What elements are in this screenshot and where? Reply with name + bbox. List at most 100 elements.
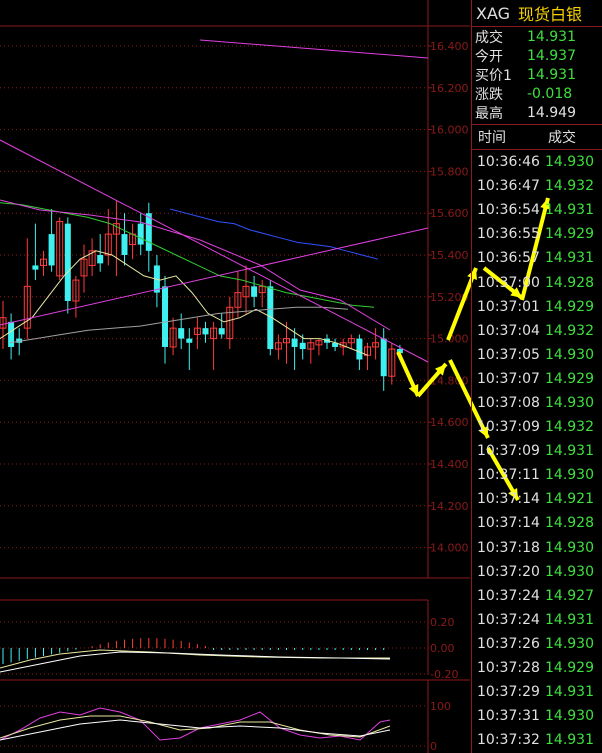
candle-body — [356, 338, 363, 360]
trades-header-time: 时间 — [478, 130, 506, 146]
trendline — [199, 39, 429, 59]
list-item: 10:36:54 14.931 — [472, 198, 602, 222]
trade-time: 10:36:47 — [477, 178, 540, 195]
list-item: 10:36:55 14.929 — [472, 222, 602, 246]
macd-axis-label: -0.20 — [430, 668, 458, 681]
trade-time: 10:37:07 — [477, 370, 540, 387]
axis-label: 15.000 — [430, 333, 469, 346]
list-item: 10:37:05 14.930 — [472, 343, 602, 367]
candle-body — [299, 342, 306, 350]
trade-time: 10:37:11 — [477, 467, 540, 484]
list-item: 10:37:11 14.930 — [472, 463, 602, 487]
kdj-axis-label: 100 — [430, 700, 451, 713]
kdj-axis-label: 0 — [430, 740, 437, 753]
trade-price: 14.927 — [545, 587, 594, 604]
trade-time: 10:37:00 — [477, 274, 540, 291]
trade-price: 14.929 — [545, 370, 594, 387]
axis-label: 15.600 — [430, 207, 469, 220]
trade-price: 14.932 — [545, 419, 594, 436]
trade-time: 10:37:28 — [477, 660, 540, 677]
trade-price: 14.930 — [545, 467, 594, 484]
list-item: 10:37:14 14.921 — [472, 487, 602, 511]
trade-time: 10:37:24 — [477, 611, 540, 628]
trade-time: 10:37:09 — [477, 419, 540, 436]
candle-body — [8, 321, 15, 347]
axis-label: 14.000 — [430, 542, 469, 555]
trade-price: 14.931 — [545, 732, 594, 749]
instrument-code: XAG — [476, 3, 511, 23]
trade-time: 10:36:55 — [477, 226, 540, 243]
candle-body — [121, 234, 128, 255]
trade-time: 10:37:04 — [477, 322, 540, 339]
trades-list[interactable]: 10:36:46 14.930 10:36:47 14.932 10:36:54 14.9… — [472, 150, 602, 752]
axis-label: 16.000 — [430, 124, 469, 137]
trade-time: 10:36:54 — [477, 202, 540, 219]
list-item: 10:37:09 14.932 — [472, 415, 602, 439]
candle-body — [380, 338, 387, 377]
list-item: 10:37:08 14.930 — [472, 391, 602, 415]
quote-row-high: 最高 14.949 — [475, 104, 576, 122]
list-item: 10:37:14 14.928 — [472, 511, 602, 535]
candle-body — [162, 286, 168, 347]
candle-body — [97, 255, 104, 264]
trade-time: 10:37:05 — [477, 346, 540, 363]
kline-chart[interactable]: 16.400 16.200 16.000 15.800 15.600 15.400 15.2… — [0, 0, 551, 753]
trade-time: 10:37:14 — [477, 515, 540, 532]
axis-label: 15.200 — [430, 291, 469, 304]
list-item: 10:37:31 14.930 — [472, 704, 602, 728]
trendline — [0, 227, 429, 326]
list-item: 10:37:01 14.929 — [472, 295, 602, 319]
trade-time: 10:37:32 — [477, 732, 540, 749]
instrument-name: 现货白银 — [518, 5, 583, 24]
candle-body — [251, 286, 258, 297]
trade-time: 10:37:20 — [477, 563, 540, 580]
trade-price: 14.930 — [545, 563, 594, 580]
trade-time: 10:37:18 — [477, 539, 540, 556]
axis-label: 16.200 — [430, 82, 469, 95]
axis-label: 16.400 — [430, 40, 469, 53]
trade-price: 14.929 — [545, 298, 594, 315]
list-item: 10:37:29 14.931 — [472, 680, 602, 704]
axis-label: 14.200 — [430, 500, 469, 513]
trade-time: 10:37:09 — [477, 443, 540, 460]
axis-label: 14.400 — [430, 458, 469, 471]
trade-price: 14.930 — [545, 635, 594, 652]
list-item: 10:36:46 14.930 — [472, 150, 602, 174]
candle-body — [218, 328, 225, 335]
axis-label: 15.400 — [430, 249, 469, 262]
trade-price: 14.930 — [545, 539, 594, 556]
trades-header: 时间 成交 — [472, 125, 602, 150]
trade-price: 14.932 — [545, 322, 594, 339]
axis-label: 14.600 — [430, 416, 469, 429]
macd-line — [0, 649, 390, 669]
trade-time: 10:37:01 — [477, 298, 540, 315]
list-item: 10:37:00 14.928 — [472, 270, 602, 294]
candle-body — [178, 328, 185, 339]
macd-axis-label: 0.00 — [430, 642, 455, 655]
ma-line — [169, 208, 379, 260]
list-item: 10:37:32 14.931 — [472, 728, 602, 752]
list-item: 10:37:07 14.929 — [472, 367, 602, 391]
trade-price: 14.928 — [545, 274, 594, 291]
trade-time: 10:37:14 — [477, 491, 540, 508]
trade-price: 14.930 — [545, 346, 594, 363]
macd-axis-label: 0.20 — [430, 616, 455, 629]
candle-body — [145, 213, 152, 251]
trade-price: 14.921 — [545, 491, 594, 508]
list-item: 10:37:28 14.929 — [472, 656, 602, 680]
candle-body — [186, 338, 193, 343]
trade-price: 14.930 — [545, 394, 594, 411]
candle-body — [48, 234, 55, 266]
candle-body — [291, 338, 298, 347]
list-item: 10:37:24 14.931 — [472, 608, 602, 632]
candle-body — [202, 328, 209, 335]
trade-price: 14.929 — [545, 660, 594, 677]
trade-time: 10:37:31 — [477, 708, 540, 725]
list-item: 10:37:18 14.930 — [472, 536, 602, 560]
ma-line — [0, 250, 369, 356]
quote-row-open: 今开 14.937 — [475, 47, 576, 65]
axis-label: 14.800 — [430, 374, 469, 387]
quote-row-last: 成交 14.931 — [475, 28, 576, 46]
list-item: 10:37:24 14.927 — [472, 584, 602, 608]
axis-label: 15.800 — [430, 165, 469, 178]
